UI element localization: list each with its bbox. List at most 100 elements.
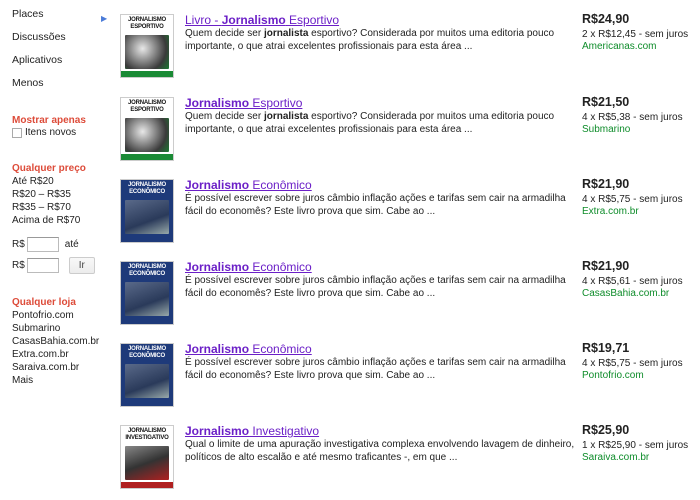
title-keyword: Jornalismo [185,178,250,192]
book-cover-image[interactable]: JORNALISMO INVESTIGATIVO [120,425,174,489]
result-item: JORNALISMO INVESTIGATIVO Jornalismo Inve… [120,423,700,497]
store-option-extra[interactable]: Extra.com.br [12,349,69,360]
price-option-4[interactable]: Acima de R$70 [12,215,80,226]
result-price: R$21,90 [582,259,630,273]
result-store-link[interactable]: Submarino [582,124,630,135]
nav-apps[interactable]: Aplicativos [12,54,62,66]
cover-title: JORNALISMO ECONÔMICO [121,180,173,198]
desc-keyword: jornalista [263,111,309,122]
cover-title: JORNALISMO ESPORTIVO [121,15,173,33]
price-option-2[interactable]: R$20 – R$35 [12,189,71,200]
result-installments: 1 x R$25,90 - sem juros [582,440,689,451]
price-filter-title[interactable]: Qualquer preço [12,163,86,174]
desc-prefix: Quem decide ser [185,111,264,122]
price-max-row: R$ Ir [12,257,95,274]
desc-suffix: É possível escrever sobre juros câmbio i… [185,275,566,299]
book-cover-image[interactable]: JORNALISMO ECONÔMICO [120,261,174,325]
new-items-checkbox[interactable] [12,127,22,138]
result-title-link[interactable]: Jornalismo Esportivo [185,96,302,110]
title-suffix: Econômico [249,178,312,192]
book-cover-image[interactable]: JORNALISMO ECONÔMICO [120,343,174,407]
result-installments: 2 x R$12,45 - sem juros [582,29,689,40]
cover-footer [121,71,173,77]
cover-footer [121,400,173,406]
cover-title: JORNALISMO ECONÔMICO [121,262,173,280]
result-description: É possível escrever sobre juros câmbio i… [185,192,575,218]
result-store-link[interactable]: Pontofrio.com [582,370,644,381]
result-store-link[interactable]: Extra.com.br [582,206,639,217]
sidebar: Places ▶ Discussões Aplicativos Menos Mo… [0,0,107,500]
title-suffix: Econômico [249,260,312,274]
result-installments: 4 x R$5,75 - sem juros [582,358,683,369]
desc-suffix: Qual o limite de uma apuração investigat… [185,439,575,463]
result-title-link[interactable]: Jornalismo Econômico [185,260,312,274]
new-items-label[interactable]: Itens novos [25,127,76,138]
book-cover-image[interactable]: JORNALISMO ECONÔMICO [120,179,174,243]
result-title-link[interactable]: Livro - Jornalismo Esportivo [185,13,339,27]
desc-suffix: É possível escrever sobre juros câmbio i… [185,357,566,381]
desc-prefix: Quem decide ser [185,28,264,39]
result-installments: 4 x R$5,38 - sem juros [582,112,683,123]
cover-art [125,446,169,480]
title-suffix: Econômico [249,342,312,356]
title-keyword: Jornalismo [221,13,286,27]
nav-discussions[interactable]: Discussões [12,31,66,43]
price-option-3[interactable]: R$35 – R$70 [12,202,71,213]
price-min-row: R$ até [12,237,79,252]
nav-places[interactable]: Places [12,8,44,20]
price-min-input[interactable] [26,237,59,252]
result-title-link[interactable]: Jornalismo Econômico [185,342,312,356]
cover-title: JORNALISMO INVESTIGATIVO [121,426,173,444]
cover-footer [121,154,173,160]
book-cover-image[interactable]: JORNALISMO ESPORTIVO [120,14,174,78]
title-keyword: Jornalismo [185,342,250,356]
price-max-input[interactable] [26,258,59,273]
store-option-submarino[interactable]: Submarino [12,323,60,334]
store-option-casasbahia[interactable]: CasasBahia.com.br [12,336,99,347]
result-item: JORNALISMO ECONÔMICO Jornalismo Econômic… [120,341,700,415]
store-option-pontofrio[interactable]: Pontofrio.com [12,310,74,321]
result-title-link[interactable]: Jornalismo Investigativo [185,424,319,438]
result-price: R$21,50 [582,95,630,109]
cover-art [125,282,169,316]
result-store-link[interactable]: Saraiva.com.br [582,452,649,463]
currency-label: R$ [12,239,25,250]
result-installments: 4 x R$5,61 - sem juros [582,276,683,287]
desc-suffix: É possível escrever sobre juros câmbio i… [185,193,566,217]
title-keyword: Jornalismo [185,96,250,110]
title-suffix: Esportivo [249,96,303,110]
price-go-button[interactable]: Ir [68,257,95,274]
title-keyword: Jornalismo [185,424,250,438]
result-description: Qual o limite de uma apuração investigat… [185,438,575,464]
result-store-link[interactable]: CasasBahia.com.br [582,288,669,299]
book-cover-image[interactable]: JORNALISMO ESPORTIVO [120,97,174,161]
expand-arrow-icon[interactable]: ▶ [101,14,107,23]
cover-art [125,35,169,69]
store-option-saraiva[interactable]: Saraiva.com.br [12,362,79,373]
until-label: até [64,239,79,250]
result-installments: 4 x R$5,75 - sem juros [582,194,683,205]
store-filter-title[interactable]: Qualquer loja [12,297,76,308]
store-option-more[interactable]: Mais [12,375,33,386]
show-only-title: Mostrar apenas [12,115,86,126]
result-store-link[interactable]: Americanas.com [582,41,656,52]
title-prefix: Livro - [185,13,222,27]
cover-footer [121,482,173,488]
nav-less[interactable]: Menos [12,77,44,89]
cover-footer [121,236,173,242]
price-option-1[interactable]: Até R$20 [12,176,54,187]
result-price: R$25,90 [582,423,630,437]
result-description: É possível escrever sobre juros câmbio i… [185,356,575,382]
result-item: JORNALISMO ECONÔMICO Jornalismo Econômic… [120,177,700,251]
cover-art [125,200,169,234]
result-item: JORNALISMO ECONÔMICO Jornalismo Econômic… [120,259,700,333]
title-suffix: Investigativo [249,424,320,438]
cover-title: JORNALISMO ESPORTIVO [121,98,173,116]
result-title-link[interactable]: Jornalismo Econômico [185,178,312,192]
desc-keyword: jornalista [263,28,309,39]
result-description: Quem decide ser jornalista esportivo? Co… [185,110,575,136]
result-description: Quem decide ser jornalista esportivo? Co… [185,27,575,53]
title-suffix: Esportivo [285,13,340,27]
new-items-filter[interactable]: Itens novos [12,127,76,138]
result-price: R$21,90 [582,177,630,191]
